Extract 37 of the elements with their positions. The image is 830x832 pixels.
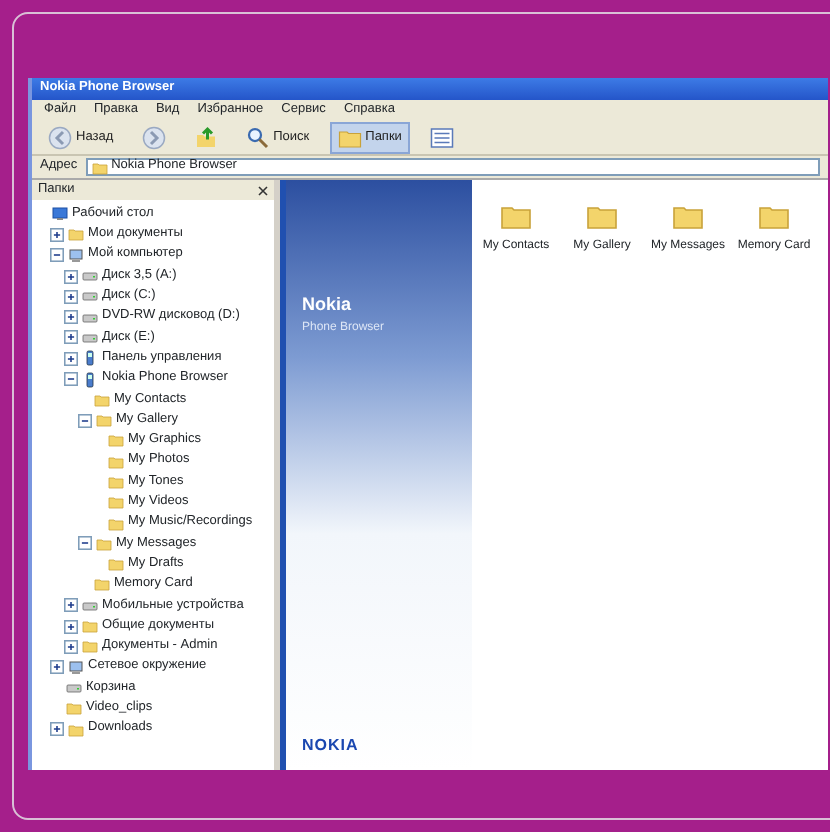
forward-icon [141, 126, 166, 150]
back-icon [48, 126, 72, 150]
expand-icon[interactable] [50, 227, 64, 242]
expand-icon[interactable] [64, 289, 78, 304]
close-icon[interactable] [258, 185, 268, 195]
views-icon [429, 126, 454, 150]
expand-icon[interactable] [64, 269, 78, 284]
folders-icon [337, 126, 362, 150]
computer-icon [68, 659, 84, 676]
desktop-icon [52, 206, 68, 223]
expand-icon[interactable] [50, 660, 64, 675]
up-folder-icon [193, 126, 218, 150]
folder-icon [68, 226, 84, 243]
computer-icon [68, 247, 84, 264]
expand-icon[interactable] [64, 619, 78, 634]
collapse-icon[interactable] [50, 248, 64, 263]
expand-icon[interactable] [64, 351, 78, 366]
drive-icon [82, 268, 98, 285]
drive-icon [82, 288, 98, 305]
drive-icon [66, 679, 82, 696]
expand-icon[interactable] [50, 722, 64, 737]
banner-title: Nokia [302, 296, 354, 314]
expand-icon[interactable] [64, 330, 78, 345]
drive-icon [82, 329, 98, 346]
search-icon [245, 126, 270, 150]
drive-icon [82, 309, 98, 326]
folder-icon [91, 159, 108, 175]
drive-icon [82, 597, 98, 614]
collapse-icon[interactable] [78, 413, 92, 428]
expand-icon[interactable] [64, 639, 78, 654]
phone-icon [82, 350, 98, 367]
logo-text: NOKIA [302, 738, 361, 754]
collapse-icon[interactable] [64, 372, 78, 387]
expand-icon[interactable] [64, 598, 78, 613]
phone-icon [82, 371, 98, 388]
expand-icon[interactable] [64, 310, 78, 325]
collapse-icon[interactable] [78, 536, 92, 551]
